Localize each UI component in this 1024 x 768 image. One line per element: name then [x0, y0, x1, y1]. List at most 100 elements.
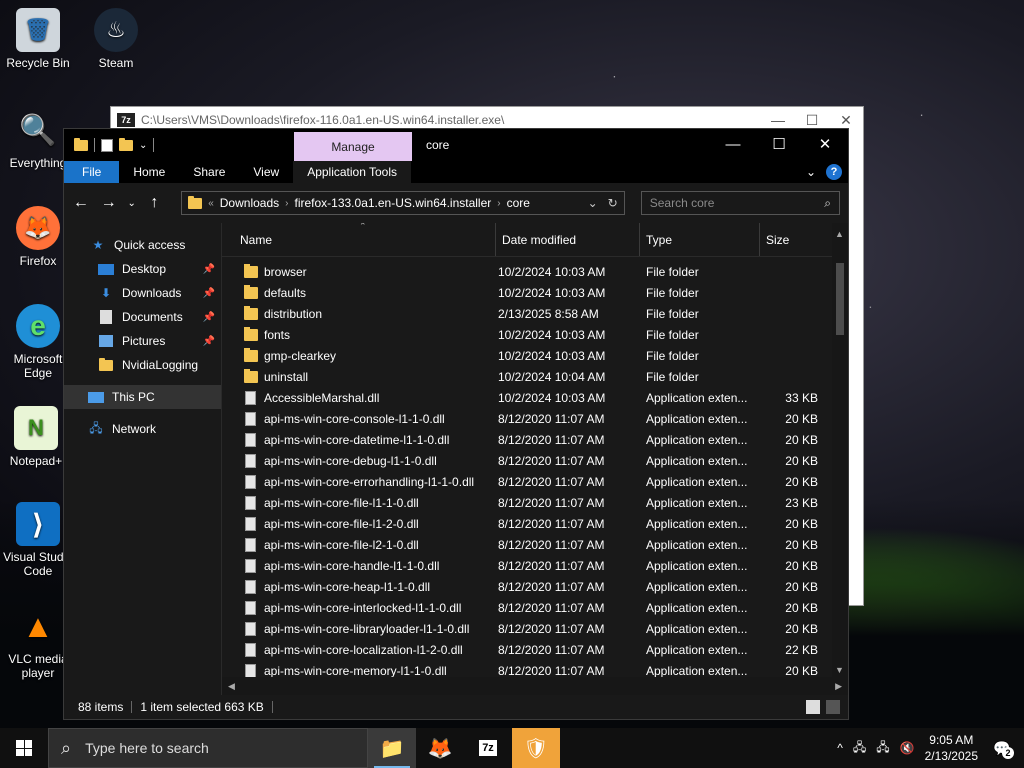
table-row[interactable]: api-ms-win-core-libraryloader-l1-1-0.dll…: [222, 618, 848, 639]
scroll-up-icon[interactable]: ▲: [835, 229, 844, 239]
table-row[interactable]: api-ms-win-core-handle-l1-1-0.dll 8/12/20…: [222, 555, 848, 576]
table-row[interactable]: api-ms-win-core-file-l1-2-0.dll 8/12/2020…: [222, 513, 848, 534]
table-row[interactable]: gmp-clearkey 10/2/2024 10:03 AM File folde…: [222, 345, 848, 366]
overflow-chevron-icon[interactable]: «: [208, 198, 214, 209]
nav-pictures[interactable]: Pictures 📌: [64, 329, 221, 353]
clock[interactable]: 9:05 AM 2/13/2025: [925, 732, 978, 764]
scroll-left-icon[interactable]: ◀: [228, 681, 235, 692]
taskbar-uac[interactable]: 🛡: [512, 728, 560, 768]
nav-quick-access[interactable]: ★ Quick access: [64, 233, 221, 257]
column-type[interactable]: Type: [640, 223, 760, 256]
tab-manage[interactable]: Manage: [294, 132, 412, 161]
close-button[interactable]: ✕: [802, 129, 848, 159]
taskbar-7zip[interactable]: 7z: [464, 728, 512, 768]
table-row[interactable]: browser 10/2/2024 10:03 AM File folder: [222, 261, 848, 282]
pin-icon[interactable]: 📌: [203, 312, 215, 323]
desktop-icon-recycle-bin[interactable]: 🗑 Recycle Bin: [0, 8, 76, 70]
table-row[interactable]: AccessibleMarshal.dll 10/2/2024 10:03 AM A…: [222, 387, 848, 408]
taskbar-search[interactable]: ⌕ Type here to search: [48, 728, 368, 768]
customize-qat-icon[interactable]: ⌄: [139, 140, 147, 151]
chevron-right-icon[interactable]: ›: [497, 198, 500, 209]
horizontal-scrollbar[interactable]: ◀ ▶: [222, 677, 848, 695]
new-folder-icon[interactable]: [119, 137, 133, 151]
pin-icon[interactable]: 📌: [203, 288, 215, 299]
column-size[interactable]: Size: [760, 223, 830, 256]
network-icon[interactable]: 🖧: [876, 738, 889, 759]
nav-desktop[interactable]: Desktop 📌: [64, 257, 221, 281]
tab-application-tools[interactable]: Application Tools: [293, 161, 412, 183]
star-icon: ★: [92, 238, 104, 252]
table-row[interactable]: api-ms-win-core-localization-l1-2-0.dll 8…: [222, 639, 848, 660]
vertical-scrollbar[interactable]: ▲ ▼: [832, 223, 848, 677]
address-bar[interactable]: « Downloads › firefox-133.0a1.en-US.win6…: [181, 191, 625, 215]
refresh-icon[interactable]: ↻: [608, 196, 618, 210]
search-box[interactable]: Search core ⌕: [640, 191, 840, 215]
close-icon[interactable]: ✕: [829, 112, 863, 129]
table-row[interactable]: api-ms-win-core-file-l1-1-0.dll 8/12/2020…: [222, 492, 848, 513]
file-size: 23 KB: [785, 495, 818, 510]
large-icons-view-icon[interactable]: [826, 700, 840, 714]
forward-arrow-icon[interactable]: →: [100, 194, 118, 212]
file-date: 2/13/2025 8:58 AM: [498, 306, 599, 321]
table-row[interactable]: api-ms-win-core-file-l2-1-0.dll 8/12/2020…: [222, 534, 848, 555]
recent-locations-icon[interactable]: ⌄: [127, 198, 135, 209]
tab-share[interactable]: Share: [179, 161, 239, 183]
minimize-button[interactable]: —: [710, 129, 756, 159]
table-row[interactable]: defaults 10/2/2024 10:03 AM File folder: [222, 282, 848, 303]
maximize-icon[interactable]: ☐: [795, 112, 829, 129]
breadcrumb-installer[interactable]: firefox-133.0a1.en-US.win64.installer: [294, 196, 491, 210]
expand-ribbon-icon[interactable]: ⌄: [806, 165, 816, 179]
table-row[interactable]: fonts 10/2/2024 10:03 AM File folder: [222, 324, 848, 345]
taskbar-firefox[interactable]: 🦊: [416, 728, 464, 768]
details-view-icon[interactable]: [806, 700, 820, 714]
search-icon[interactable]: ⌕: [824, 196, 831, 211]
scroll-down-icon[interactable]: ▼: [835, 665, 844, 675]
pin-icon[interactable]: 📌: [203, 264, 215, 275]
file-size: 20 KB: [785, 600, 818, 615]
back-arrow-icon[interactable]: ←: [72, 194, 90, 212]
file-size: 20 KB: [785, 474, 818, 489]
pin-icon[interactable]: 📌: [203, 336, 215, 347]
taskbar-search-input[interactable]: Type here to search: [85, 740, 209, 756]
nav-nvidialogging[interactable]: NvidiaLogging: [64, 353, 221, 377]
scrollbar-thumb[interactable]: [836, 263, 844, 335]
column-date-modified[interactable]: Date modified: [496, 223, 640, 256]
maximize-button[interactable]: ☐: [756, 129, 802, 159]
show-hidden-icons-icon[interactable]: ^: [837, 741, 843, 755]
tab-file[interactable]: File: [64, 161, 120, 183]
table-row[interactable]: distribution 2/13/2025 8:58 AM File folder: [222, 303, 848, 324]
table-row[interactable]: api-ms-win-core-datetime-l1-1-0.dll 8/12/…: [222, 429, 848, 450]
table-row[interactable]: api-ms-win-core-console-l1-1-0.dll 8/12/2…: [222, 408, 848, 429]
table-row[interactable]: api-ms-win-core-debug-l1-1-0.dll 8/12/202…: [222, 450, 848, 471]
nav-downloads[interactable]: ⬇ Downloads 📌: [64, 281, 221, 305]
breadcrumb-downloads[interactable]: Downloads: [220, 196, 279, 210]
desktop-icon-steam[interactable]: ♨ Steam: [78, 8, 154, 70]
table-row[interactable]: api-ms-win-core-errorhandling-l1-1-0.dll…: [222, 471, 848, 492]
explorer-titlebar[interactable]: ⌄ Manage core — ☐ ✕: [64, 129, 848, 161]
up-arrow-icon[interactable]: ↑: [145, 194, 163, 212]
table-row[interactable]: api-ms-win-core-interlocked-l1-1-0.dll 8/…: [222, 597, 848, 618]
chevron-right-icon[interactable]: ›: [285, 198, 288, 209]
nav-network[interactable]: 🖧 Network: [64, 417, 221, 441]
properties-icon[interactable]: [101, 138, 113, 152]
scroll-right-icon[interactable]: ▶: [835, 681, 842, 692]
address-dropdown-icon[interactable]: ⌄: [588, 196, 598, 210]
table-row[interactable]: api-ms-win-core-heap-l1-1-0.dll 8/12/2020…: [222, 576, 848, 597]
help-icon[interactable]: ?: [826, 164, 842, 180]
volume-muted-icon[interactable]: 🔇: [900, 741, 915, 755]
minimize-icon[interactable]: —: [761, 112, 795, 129]
tab-home[interactable]: Home: [119, 161, 179, 183]
shield-icon: 🛡: [523, 737, 549, 760]
notification-center[interactable]: 💬 2: [988, 734, 1016, 762]
tray-app-icon[interactable]: 🖧: [853, 738, 866, 759]
table-row[interactable]: uninstall 10/2/2024 10:04 AM File folder: [222, 366, 848, 387]
taskbar-file-explorer[interactable]: 📁: [368, 728, 416, 768]
start-button[interactable]: [0, 728, 48, 768]
nav-documents[interactable]: Documents 📌: [64, 305, 221, 329]
search-input[interactable]: Search core: [650, 196, 715, 210]
breadcrumb-core[interactable]: core: [507, 196, 530, 210]
column-headers: ⌃ Name Date modified Type Size: [222, 223, 848, 257]
nav-this-pc[interactable]: This PC: [64, 385, 221, 409]
file-explorer-window[interactable]: ⌄ Manage core — ☐ ✕ File Home Share View…: [63, 128, 849, 720]
tab-view[interactable]: View: [239, 161, 293, 183]
